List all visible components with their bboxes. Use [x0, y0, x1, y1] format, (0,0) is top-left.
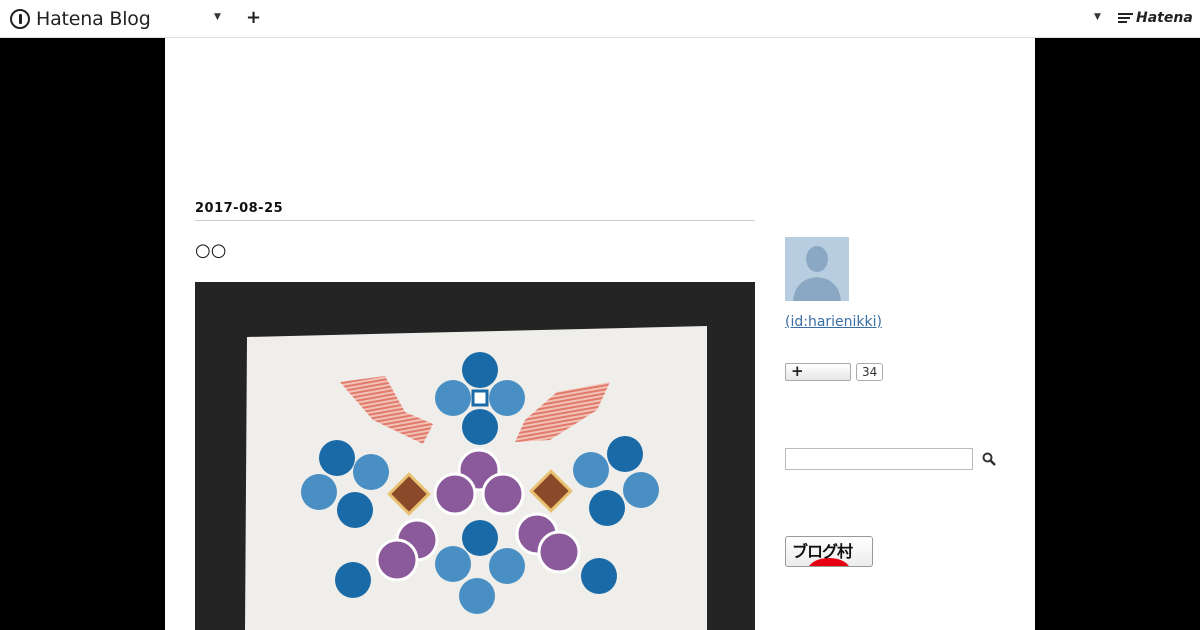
washi-tape-art-image [195, 282, 755, 630]
plus-icon[interactable]: + [246, 7, 261, 28]
hatena-brand-text: Hatena [1136, 10, 1193, 26]
hatena-blog-logo[interactable]: Hatena Blog [10, 8, 151, 30]
hatena-blog-logo-icon [10, 9, 30, 29]
entry-title[interactable]: ○○ [195, 240, 226, 261]
search-input[interactable] [785, 448, 973, 470]
subscriber-count-badge[interactable]: 34 [856, 363, 884, 381]
subscribe-button[interactable]: + [785, 362, 851, 381]
profile-avatar[interactable] [785, 237, 849, 301]
logo-text: Hatena Blog [36, 8, 151, 30]
hatena-logo-icon [1118, 13, 1133, 23]
global-header: Hatena Blog ▼ + ▼ Hatena [0, 0, 1200, 38]
blogmura-banner-text: ブログ村 [792, 542, 853, 561]
blogmura-banner[interactable]: ブログ村 [785, 536, 873, 567]
plus-icon: + [791, 362, 804, 380]
entry-date[interactable]: 2017-08-25 [195, 201, 283, 216]
entry-photo[interactable] [195, 282, 755, 630]
hatena-brand-link[interactable]: Hatena [1118, 10, 1193, 26]
profile-user-link[interactable]: (id:harienikki) [785, 314, 882, 330]
chevron-down-icon[interactable]: ▼ [214, 12, 221, 22]
blog-page: 2017-08-25 ○○ (id:harienikki) + 34 ブログ村 [165, 38, 1035, 630]
date-divider [195, 220, 755, 221]
account-menu-chevron-icon[interactable]: ▼ [1094, 12, 1101, 22]
avatar-silhouette-icon [785, 237, 849, 301]
search-icon[interactable] [981, 451, 997, 467]
